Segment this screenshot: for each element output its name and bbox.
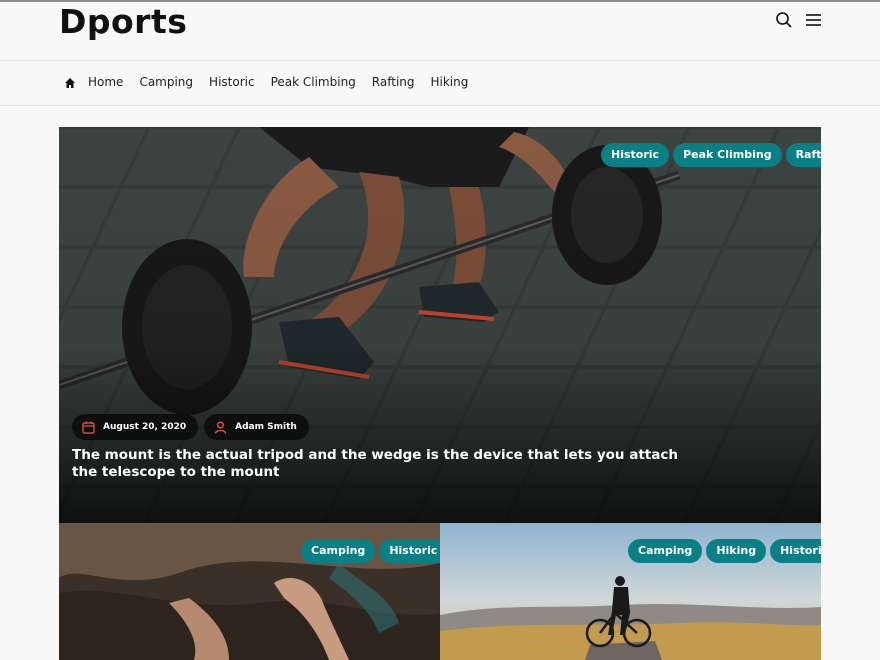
nav-item-rafting[interactable]: Rafting — [372, 75, 415, 89]
featured-post-title[interactable]: The mount is the actual tripod and the w… — [72, 447, 692, 481]
tag-historic[interactable]: Historic — [770, 539, 821, 563]
post-date[interactable]: August 20, 2020 — [72, 414, 199, 440]
search-icon[interactable] — [774, 10, 794, 30]
site-logo[interactable]: Dports — [59, 2, 187, 41]
page: Dports Home Camping Historic Peak Climbi… — [0, 0, 880, 660]
nav-menu: Home Camping Historic Peak Climbing Raft… — [88, 75, 484, 89]
post-date-text: August 20, 2020 — [103, 422, 187, 432]
post-card[interactable]: Camping Historic — [59, 523, 440, 660]
nav-item-peak-climbing[interactable]: Peak Climbing — [271, 75, 356, 89]
tag-camping[interactable]: Camping — [301, 539, 376, 563]
nav-item-hiking[interactable]: Hiking — [431, 75, 469, 89]
post-meta: August 20, 2020 Adam Smith — [72, 414, 309, 440]
tag-peak-climbing[interactable]: Peak Climbing — [673, 143, 782, 167]
nav-item-camping[interactable]: Camping — [139, 75, 193, 89]
nav-item-home[interactable]: Home — [88, 75, 123, 89]
post-author-text: Adam Smith — [235, 422, 297, 432]
user-icon — [214, 421, 227, 434]
nav-item-historic[interactable]: Historic — [209, 75, 255, 89]
tag-camping[interactable]: Camping — [628, 539, 703, 563]
post-card[interactable]: Camping Hiking Historic — [440, 523, 821, 660]
hamburger-menu-icon[interactable] — [804, 11, 824, 31]
featured-post-tags: Historic Peak Climbing Rafting — [601, 143, 821, 167]
home-icon[interactable] — [64, 76, 76, 88]
post-card-tags: Camping Hiking Historic — [628, 539, 821, 563]
tag-hiking[interactable]: Hiking — [706, 539, 767, 563]
tag-historic[interactable]: Historic — [601, 143, 670, 167]
post-author[interactable]: Adam Smith — [204, 414, 309, 440]
featured-post[interactable]: Historic Peak Climbing Rafting August 20… — [59, 127, 821, 523]
calendar-icon — [82, 421, 95, 434]
site-header: Dports — [0, 2, 880, 60]
tag-historic[interactable]: Historic — [379, 539, 440, 563]
main-navigation: Home Camping Historic Peak Climbing Raft… — [0, 60, 880, 106]
tag-rafting[interactable]: Rafting — [785, 143, 821, 167]
post-card-tags: Camping Historic — [301, 539, 440, 563]
